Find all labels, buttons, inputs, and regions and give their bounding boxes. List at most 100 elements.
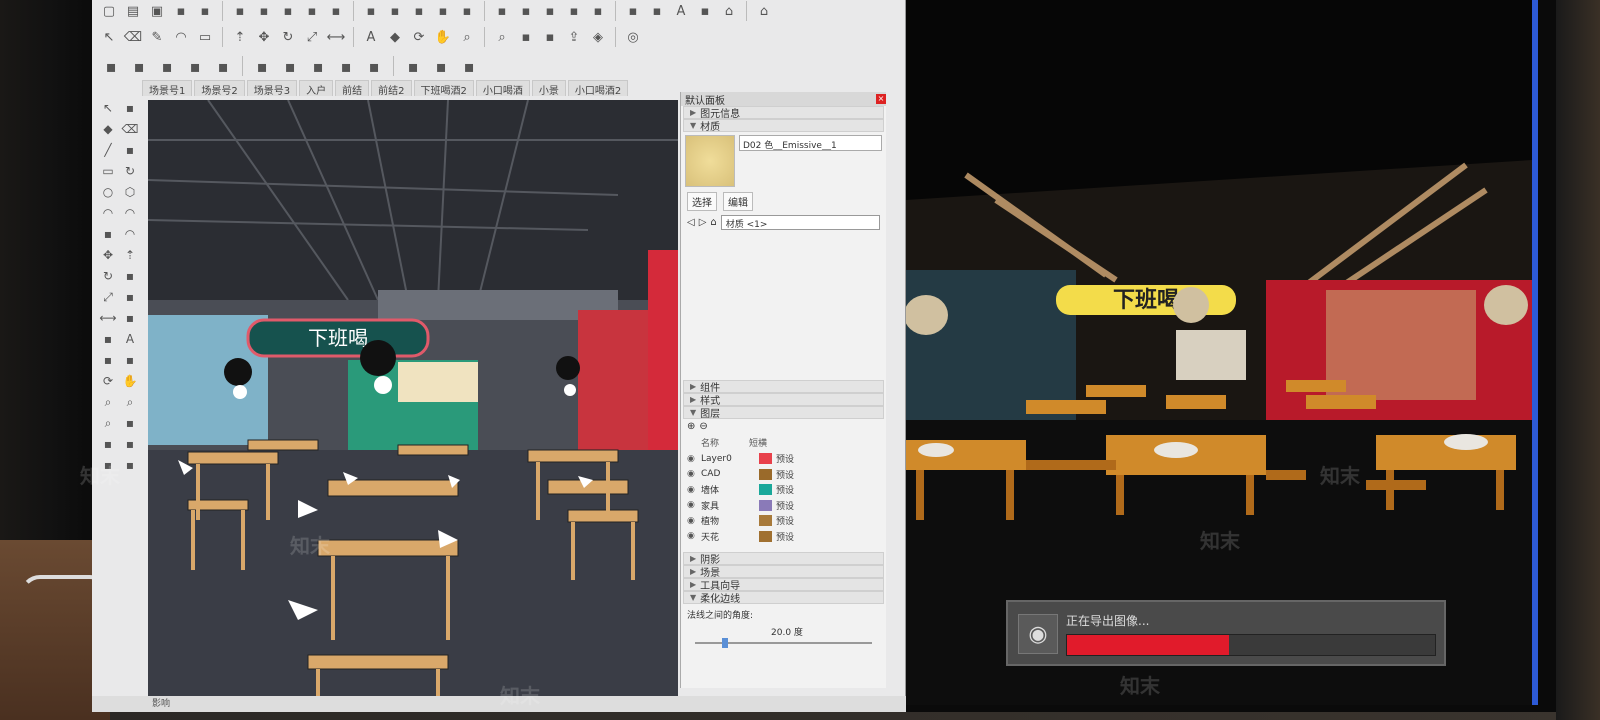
monochrome-icon[interactable]: ▪	[694, 0, 716, 22]
tab-select[interactable]: 选择	[687, 192, 717, 211]
vray-batch-icon[interactable]: ▪	[400, 53, 426, 79]
front-view-icon[interactable]: ▪	[432, 0, 454, 22]
scene-tab[interactable]: 小口喝酒2	[567, 80, 629, 97]
eye-icon[interactable]: ◉	[687, 500, 701, 510]
circle-icon[interactable]: ○	[98, 182, 118, 202]
prev-icon[interactable]: ▪	[120, 413, 140, 433]
iso-view-icon[interactable]: ▪	[384, 0, 406, 22]
eye-icon[interactable]: ◉	[687, 469, 701, 479]
home-icon[interactable]: ⌂	[710, 217, 716, 228]
arc2-icon[interactable]: ◠	[120, 203, 140, 223]
zoom-extents-icon[interactable]: ⌕	[491, 26, 513, 48]
rectangle-icon[interactable]: ▭	[98, 161, 118, 181]
rotated-rect-icon[interactable]: ↻	[120, 161, 140, 181]
vray-proxy-icon[interactable]: ▪	[277, 53, 303, 79]
vray-frame-icon[interactable]: ▪	[210, 53, 236, 79]
panel-soften-edges[interactable]: ▼ 柔化边线	[683, 591, 884, 605]
scene-tab[interactable]: 场景号2	[194, 80, 245, 97]
protractor-icon[interactable]: ▪	[98, 329, 118, 349]
panel-materials[interactable]: ▼ 材质	[683, 119, 884, 133]
pie-icon[interactable]: ▪	[98, 224, 118, 244]
material-swatch[interactable]	[685, 135, 735, 187]
back-arrow-icon[interactable]: ◁	[687, 217, 695, 228]
position-camera-icon[interactable]: ▪	[98, 434, 118, 454]
text-icon[interactable]: A	[120, 329, 140, 349]
zoom-icon[interactable]: ⌕	[98, 392, 118, 412]
left-view-icon[interactable]: ▪	[515, 0, 537, 22]
tape-icon[interactable]: ⟷	[98, 308, 118, 328]
cut-icon[interactable]: ▪	[170, 0, 192, 22]
hidden-line-icon[interactable]: ▪	[622, 0, 644, 22]
layer-color[interactable]	[759, 515, 772, 527]
extension-icon[interactable]: ▪	[539, 26, 561, 48]
section-icon[interactable]: ▪	[120, 455, 140, 475]
print-icon[interactable]: ▪	[325, 0, 347, 22]
model-info-icon[interactable]: ▪	[360, 0, 382, 22]
angle-slider[interactable]	[695, 638, 872, 648]
profile-icon[interactable]: ◎	[622, 26, 644, 48]
vray-interactive-icon[interactable]: ▪	[126, 53, 152, 79]
vray-chat-icon[interactable]: ▪	[428, 53, 454, 79]
forward-arrow-icon[interactable]: ▷	[699, 217, 707, 228]
xray-icon[interactable]: ▪	[563, 0, 585, 22]
layer-color[interactable]	[759, 530, 772, 542]
scale-icon[interactable]: ⤢	[301, 26, 323, 48]
material-name-field[interactable]: D02 色__Emissive__1	[739, 135, 882, 151]
scene-tab[interactable]: 场景号3	[246, 80, 298, 97]
zoom-icon[interactable]: ⌕	[456, 26, 478, 48]
paint-icon[interactable]: ◆	[384, 26, 406, 48]
text-icon[interactable]: A	[360, 26, 382, 48]
dimension-icon[interactable]: ▪	[120, 308, 140, 328]
line-icon[interactable]: ╱	[98, 140, 118, 160]
erase-icon[interactable]: ▪	[253, 0, 275, 22]
arc-icon[interactable]: ◠	[170, 26, 192, 48]
add-layer-icon[interactable]: ⊕	[687, 421, 695, 432]
angle-slider-knob[interactable]	[721, 638, 728, 648]
vray-sound-icon[interactable]: ▪	[361, 53, 387, 79]
layer-color[interactable]	[759, 468, 772, 480]
layer-row[interactable]: ◉ 植物 预设	[681, 513, 886, 529]
house-icon[interactable]: ⌂	[718, 0, 740, 22]
follow-me-icon[interactable]: ▪	[120, 266, 140, 286]
open-icon[interactable]: ▤	[122, 0, 144, 22]
scene-tab[interactable]: 小口喝酒	[475, 80, 530, 97]
eye-icon[interactable]: ◉	[687, 516, 701, 526]
share-icon[interactable]: ⇪	[563, 26, 585, 48]
orbit-icon[interactable]: ⟳	[408, 26, 430, 48]
back-view-icon[interactable]: ▪	[491, 0, 513, 22]
push-pull-icon[interactable]: ⇡	[120, 245, 140, 265]
new-icon[interactable]: ▢	[98, 0, 120, 22]
layer-row[interactable]: ◉ 墙体 预设	[681, 482, 886, 498]
3d-text-icon[interactable]: ▪	[120, 350, 140, 370]
look-around-icon[interactable]: ▪	[120, 434, 140, 454]
layer-row[interactable]: ◉ 天花 预设	[681, 529, 886, 545]
eraser-icon[interactable]: ⌫	[122, 26, 144, 48]
tape-icon[interactable]: ⟷	[325, 26, 347, 48]
scene-tab[interactable]: 下班喝酒2	[413, 80, 474, 97]
polygon-icon[interactable]: ⬡	[120, 182, 140, 202]
wireframe-icon[interactable]: ▪	[587, 0, 609, 22]
vray-settings-icon[interactable]: ▪	[333, 53, 359, 79]
offset-icon[interactable]: ▪	[120, 287, 140, 307]
scene-tab[interactable]: 场景号1	[142, 80, 193, 97]
model-viewport[interactable]: 下班喝	[148, 100, 678, 696]
house-front-icon[interactable]: ⌂	[753, 0, 775, 22]
layer-row[interactable]: ◉ 家具 预设	[681, 498, 886, 514]
walk-icon[interactable]: ▪	[98, 455, 118, 475]
eraser-icon[interactable]: ⌫	[120, 119, 140, 139]
rotate-icon[interactable]: ↻	[277, 26, 299, 48]
rotate-icon[interactable]: ↻	[98, 266, 118, 286]
pencil-icon[interactable]: ✎	[146, 26, 168, 48]
right-view-icon[interactable]: ▪	[456, 0, 478, 22]
vray-asset-icon[interactable]: ▪	[249, 53, 275, 79]
move-icon[interactable]: ✥	[98, 245, 118, 265]
layer-row[interactable]: ◉ CAD 预设	[681, 467, 886, 483]
vray-camera-icon[interactable]: ▪	[182, 53, 208, 79]
freehand-icon[interactable]: ▪	[120, 140, 140, 160]
rectangle-icon[interactable]: ▭	[194, 26, 216, 48]
layer-row[interactable]: ◉ Layer0 预设	[681, 451, 886, 467]
axes-icon[interactable]: ▪	[98, 350, 118, 370]
zoom-window-icon[interactable]: ⌕	[120, 392, 140, 412]
tab-edit[interactable]: 编辑	[723, 192, 753, 211]
orbit-icon[interactable]: ⟳	[98, 371, 118, 391]
